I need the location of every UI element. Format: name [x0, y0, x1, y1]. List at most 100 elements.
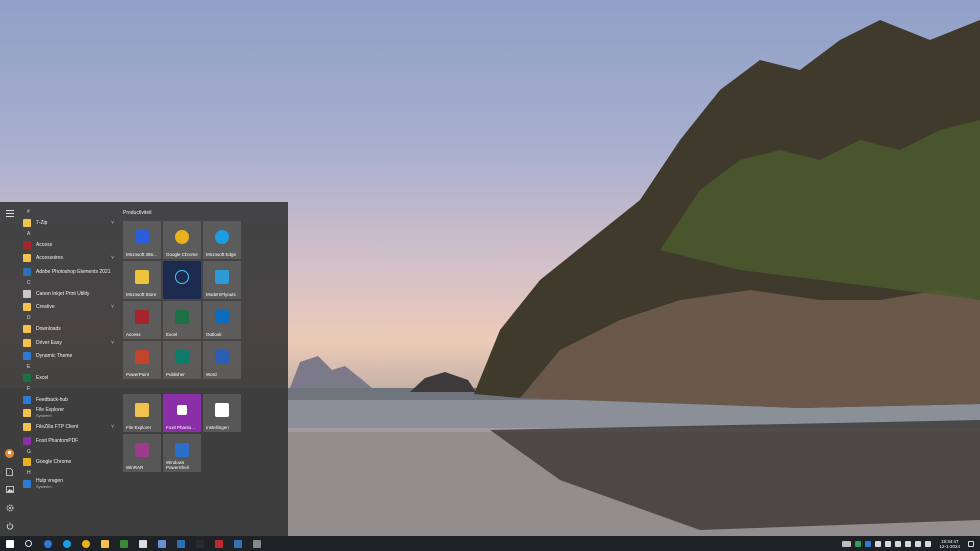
taskbar-button[interactable]	[0, 536, 19, 551]
app-list-letter-header[interactable]: C	[19, 279, 118, 287]
tile-publisher[interactable]: Publisher	[163, 341, 201, 379]
app-list-item[interactable]: Accessoires ˅	[19, 251, 118, 265]
taskbar-button[interactable]	[209, 536, 228, 551]
taskbar-button[interactable]	[76, 536, 95, 551]
start-icon	[5, 539, 14, 548]
app-list-item-label: Accessoires	[36, 255, 63, 261]
settings-icon[interactable]	[4, 502, 15, 513]
tile-outlook[interactable]: Outlook	[203, 301, 241, 339]
taskbar-button[interactable]	[171, 536, 190, 551]
pictures-icon[interactable]	[4, 484, 15, 495]
start-rail	[0, 202, 19, 536]
folder-icon	[23, 324, 31, 333]
taskbar-button[interactable]	[133, 536, 152, 551]
tile-foxit[interactable]: Foxit Phanto...	[163, 394, 201, 432]
app-list-letter-header[interactable]: F	[19, 385, 118, 393]
tile-label: Windows PowerShell	[166, 460, 189, 470]
app-list-item[interactable]: Feedback-hub	[19, 393, 118, 407]
tile-chrome[interactable]: Google Chrome	[163, 221, 201, 259]
app-list-item[interactable]: Google Chrome	[19, 456, 118, 470]
taskbar-button[interactable]	[57, 536, 76, 551]
edge-icon	[62, 539, 71, 548]
tile-powerpoint[interactable]: PowerPoint	[123, 341, 161, 379]
app-list-item[interactable]: 7-Zip ˅	[19, 216, 118, 230]
tile-winrar[interactable]: WinRAR	[123, 434, 161, 472]
tile-powershell[interactable]: Windows PowerShell	[163, 434, 201, 472]
tile-word[interactable]: Word	[203, 341, 241, 379]
taskbar-button[interactable]	[19, 536, 38, 551]
filezilla-icon	[214, 539, 223, 548]
security-icon[interactable]	[855, 540, 862, 547]
app-list-item[interactable]: Adobe Photoshop Elements 2021	[19, 265, 118, 279]
app-list-letter-header[interactable]: #	[19, 208, 118, 216]
chat-icon[interactable]	[925, 540, 932, 547]
app-list-item[interactable]: Foxit PhantomPDF	[19, 434, 118, 448]
user-avatar-icon[interactable]	[4, 448, 15, 459]
tile-group-title: Productiviteit	[123, 210, 152, 216]
tile-flyouts[interactable]: ModernFlyouts	[203, 261, 241, 299]
notification-icon[interactable]	[968, 540, 974, 547]
taskbar-button[interactable]	[95, 536, 114, 551]
app-list-letter-header[interactable]: E	[19, 363, 118, 371]
chrome-icon	[175, 230, 189, 244]
tile-photoshop-elements[interactable]	[163, 261, 201, 299]
app-list-item[interactable]: Excel	[19, 371, 118, 385]
taskbar-button[interactable]	[190, 536, 209, 551]
taskbar-button[interactable]	[247, 536, 266, 551]
onedrive-icon[interactable]	[865, 540, 872, 547]
taskbar-button[interactable]	[152, 536, 171, 551]
app-list-letter-header[interactable]: G	[19, 448, 118, 456]
taskbar-button[interactable]	[38, 536, 57, 551]
app-name: Access	[36, 241, 53, 248]
access-icon	[135, 310, 149, 324]
document-icon[interactable]	[4, 466, 15, 477]
app-list-item[interactable]: Hulp vragen Systeem	[19, 477, 118, 491]
battery-icon[interactable]	[895, 540, 902, 547]
app-list-item-label: Feedback-hub	[36, 397, 68, 403]
tile-label: ModernFlyouts	[206, 292, 236, 297]
app-list-item[interactable]: Dynamic Theme	[19, 350, 118, 364]
app-list-item-label: File Explorer Systeem	[36, 407, 64, 419]
app-list-item[interactable]: File Explorer Systeem	[19, 407, 118, 421]
tile-label: Google Chrome	[166, 252, 198, 257]
cortana-icon	[43, 539, 52, 548]
theme-icon	[23, 352, 31, 361]
app-list-item[interactable]: Driver Easy ˅	[19, 336, 118, 350]
tile-store[interactable]: Microsoft Store	[123, 261, 161, 299]
app-list-item[interactable]: Canon Inkjet Print Utility	[19, 287, 118, 301]
tile-excel[interactable]: Excel	[163, 301, 201, 339]
folder-icon	[23, 303, 31, 312]
gear-icon	[215, 403, 229, 417]
language-icon[interactable]	[915, 540, 922, 547]
power-icon[interactable]	[4, 520, 15, 531]
keyboard-icon[interactable]	[842, 540, 852, 547]
photoshop-icon	[23, 267, 31, 276]
app-list-item[interactable]: Downloads	[19, 322, 118, 336]
app-list-letter-header[interactable]: D	[19, 314, 118, 322]
clock[interactable]: 19:34:47 12-1-2024	[939, 539, 960, 549]
tile-folder[interactable]: File Explorer	[123, 394, 161, 432]
wifi-icon[interactable]	[875, 540, 882, 547]
app-list-item-label: Creative	[36, 304, 55, 310]
app-subtitle: Systeem	[36, 413, 52, 419]
app-list[interactable]: #7-Zip ˅ A Access Accessoires ˅ Adobe Photosho…	[19, 202, 118, 536]
tile-gear[interactable]: Instellingen	[203, 394, 241, 432]
app-list-item[interactable]: Creative ˅	[19, 300, 118, 314]
volume-icon[interactable]	[905, 540, 912, 547]
taskbar-button[interactable]	[114, 536, 133, 551]
tile-label: Foxit Phanto...	[166, 425, 196, 430]
app-name: FileZilla FTP Client	[36, 424, 79, 431]
tile-edge[interactable]: Microsoft Edge	[203, 221, 241, 259]
store-icon	[135, 270, 149, 284]
tile-office[interactable]: Microsoft 365...	[123, 221, 161, 259]
clock-time: 19:34:47	[940, 538, 959, 544]
app-list-item[interactable]: FileZilla FTP Client ˅	[19, 420, 118, 434]
taskbar-button[interactable]	[228, 536, 247, 551]
app-list-item[interactable]: Access	[19, 238, 118, 252]
app-list-letter-header[interactable]: H	[19, 469, 118, 477]
hamburger-icon[interactable]	[4, 208, 15, 219]
app-list-letter-header[interactable]: A	[19, 230, 118, 238]
cloud-icon[interactable]	[885, 540, 892, 547]
app-list-item-label: Driver Easy	[36, 340, 62, 346]
tile-access[interactable]: Access	[123, 301, 161, 339]
